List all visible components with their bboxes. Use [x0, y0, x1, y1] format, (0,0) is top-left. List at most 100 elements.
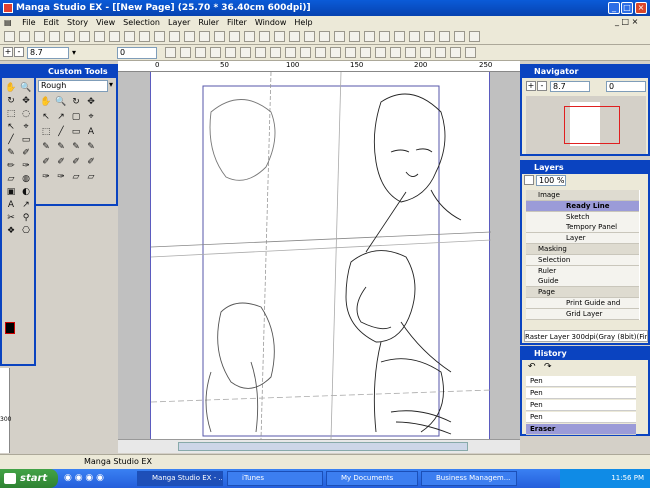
tool-icon[interactable]: ↖	[5, 121, 17, 133]
history-item[interactable]: Eraser	[526, 424, 636, 435]
toolbar-button-icon[interactable]	[214, 31, 225, 42]
task-my-documents[interactable]: My Documents	[326, 471, 418, 486]
custom-tool-icon[interactable]: ↖	[40, 111, 52, 123]
toolbar-button-icon[interactable]	[379, 31, 390, 42]
view-toolbar-button-icon[interactable]	[195, 47, 206, 58]
navigator-view-rect[interactable]	[564, 106, 620, 144]
tool-icon[interactable]: ✐	[20, 147, 32, 159]
toolbar-button-icon[interactable]	[139, 31, 150, 42]
menu-help[interactable]: Help	[290, 16, 316, 29]
zoom-dropdown-icon[interactable]: ▾	[72, 48, 76, 57]
toolbar-button-icon[interactable]	[289, 31, 300, 42]
toolbar-button-icon[interactable]	[439, 31, 450, 42]
view-toolbar-button-icon[interactable]	[465, 47, 476, 58]
page[interactable]	[150, 71, 492, 440]
tool-icon[interactable]: ❖	[5, 225, 17, 237]
custom-tool-icon[interactable]: ✑	[40, 171, 52, 183]
task-business-management[interactable]: Business Managem...	[421, 471, 517, 486]
menu-filter[interactable]: Filter	[223, 16, 251, 29]
tool-icon[interactable]: ✂	[5, 212, 17, 224]
toolbar-button-icon[interactable]	[94, 31, 105, 42]
close-button[interactable]: ×	[635, 2, 647, 14]
custom-tool-icon[interactable]: ╱	[55, 126, 67, 138]
tool-icon[interactable]: ↻	[5, 95, 17, 107]
toolbar-button-icon[interactable]	[169, 31, 180, 42]
layer-row[interactable]: Tempory Panel	[526, 222, 639, 234]
tool-icon[interactable]: ⬚	[5, 108, 17, 120]
view-toolbar-button-icon[interactable]	[315, 47, 326, 58]
navigator-zoom-in-icon[interactable]: +	[526, 81, 536, 91]
toolbar-button-icon[interactable]	[424, 31, 435, 42]
custom-tool-icon[interactable]: 🔍	[55, 96, 67, 108]
toolbar-button-icon[interactable]	[109, 31, 120, 42]
tool-icon[interactable]: A	[5, 199, 17, 211]
toolbar-button-icon[interactable]	[199, 31, 210, 42]
zoom-out-icon[interactable]: -	[14, 47, 24, 57]
tool-icon[interactable]: ✥	[20, 95, 32, 107]
view-toolbar-button-icon[interactable]	[405, 47, 416, 58]
tool-icon[interactable]: ↗	[20, 199, 32, 211]
view-toolbar-button-icon[interactable]	[240, 47, 251, 58]
custom-tool-icon[interactable]: ↗	[55, 111, 67, 123]
tool-icon[interactable]: ◌	[20, 108, 32, 120]
view-toolbar-button-icon[interactable]	[180, 47, 191, 58]
toolbar-button-icon[interactable]	[64, 31, 75, 42]
toolbar-button-icon[interactable]	[469, 31, 480, 42]
task-manga-studio[interactable]: Manga Studio EX - ...	[137, 471, 223, 486]
tool-icon[interactable]: ▣	[5, 186, 17, 198]
tool-icon[interactable]: ⚲	[20, 212, 32, 224]
history-item[interactable]: Pen	[526, 388, 636, 399]
tool-icon[interactable]: ▱	[5, 173, 17, 185]
toolbar-button-icon[interactable]	[409, 31, 420, 42]
color-swatch[interactable]	[5, 322, 15, 334]
menu-layer[interactable]: Layer	[164, 16, 194, 29]
toolbar-button-icon[interactable]	[124, 31, 135, 42]
toolbar-button-icon[interactable]	[319, 31, 330, 42]
doc-window-controls[interactable]: _ □ ×	[615, 17, 638, 26]
history-item[interactable]: Pen	[526, 376, 636, 387]
tool-icon[interactable]: 🔍	[20, 82, 32, 94]
tool-icon[interactable]: ⌖	[20, 121, 32, 133]
custom-tool-icon[interactable]: ▭	[70, 126, 82, 138]
clock[interactable]: 11:56 PM	[611, 474, 644, 482]
scrollbar-thumb[interactable]	[178, 442, 468, 451]
view-toolbar-button-icon[interactable]	[420, 47, 431, 58]
layer-row[interactable]: Ruler	[526, 265, 639, 277]
minimize-button[interactable]: _	[608, 2, 620, 14]
custom-tool-icon[interactable]: ✎	[55, 141, 67, 153]
tool-icon[interactable]: ✏	[5, 160, 17, 172]
horizontal-scrollbar[interactable]	[118, 439, 520, 453]
tool-icon[interactable]: ◍	[20, 173, 32, 185]
tool-icon[interactable]: ✋	[5, 82, 17, 94]
tool-icon[interactable]: ⎔	[20, 225, 32, 237]
layer-row[interactable]: Sketch	[526, 211, 639, 223]
view-toolbar-button-icon[interactable]	[375, 47, 386, 58]
layer-row[interactable]: Masking	[526, 244, 639, 255]
view-toolbar-button-icon[interactable]	[255, 47, 266, 58]
navigator-preview[interactable]	[526, 96, 646, 154]
zoom-field[interactable]: 8.7	[27, 47, 69, 59]
view-toolbar-button-icon[interactable]	[435, 47, 446, 58]
toolbar-button-icon[interactable]	[274, 31, 285, 42]
task-itunes[interactable]: iTunes	[227, 471, 323, 486]
layer-row[interactable]: Image	[526, 190, 639, 201]
menu-ruler[interactable]: Ruler	[194, 16, 223, 29]
navigator-zoom-field[interactable]: 8.7	[550, 81, 590, 92]
menu-edit[interactable]: Edit	[40, 16, 64, 29]
toolbar-button-icon[interactable]	[154, 31, 165, 42]
view-toolbar-button-icon[interactable]	[390, 47, 401, 58]
toolbar-button-icon[interactable]	[334, 31, 345, 42]
layer-opacity-field[interactable]: 100 %	[536, 175, 566, 186]
preset-dropdown-icon[interactable]: ▾	[109, 80, 117, 92]
menu-story[interactable]: Story	[63, 16, 92, 29]
custom-tool-icon[interactable]: ✎	[70, 141, 82, 153]
custom-tool-icon[interactable]: ✑	[55, 171, 67, 183]
layer-row[interactable]: Guide	[526, 276, 639, 288]
layer-row[interactable]: Selection	[526, 254, 639, 266]
custom-tool-icon[interactable]: ✥	[85, 96, 97, 108]
view-toolbar-button-icon[interactable]	[210, 47, 221, 58]
layer-row[interactable]: Ready Line	[526, 200, 639, 212]
custom-tool-icon[interactable]: ▱	[85, 171, 97, 183]
custom-tool-icon[interactable]: ⌖	[85, 111, 97, 123]
custom-tool-icon[interactable]: ↻	[70, 96, 82, 108]
